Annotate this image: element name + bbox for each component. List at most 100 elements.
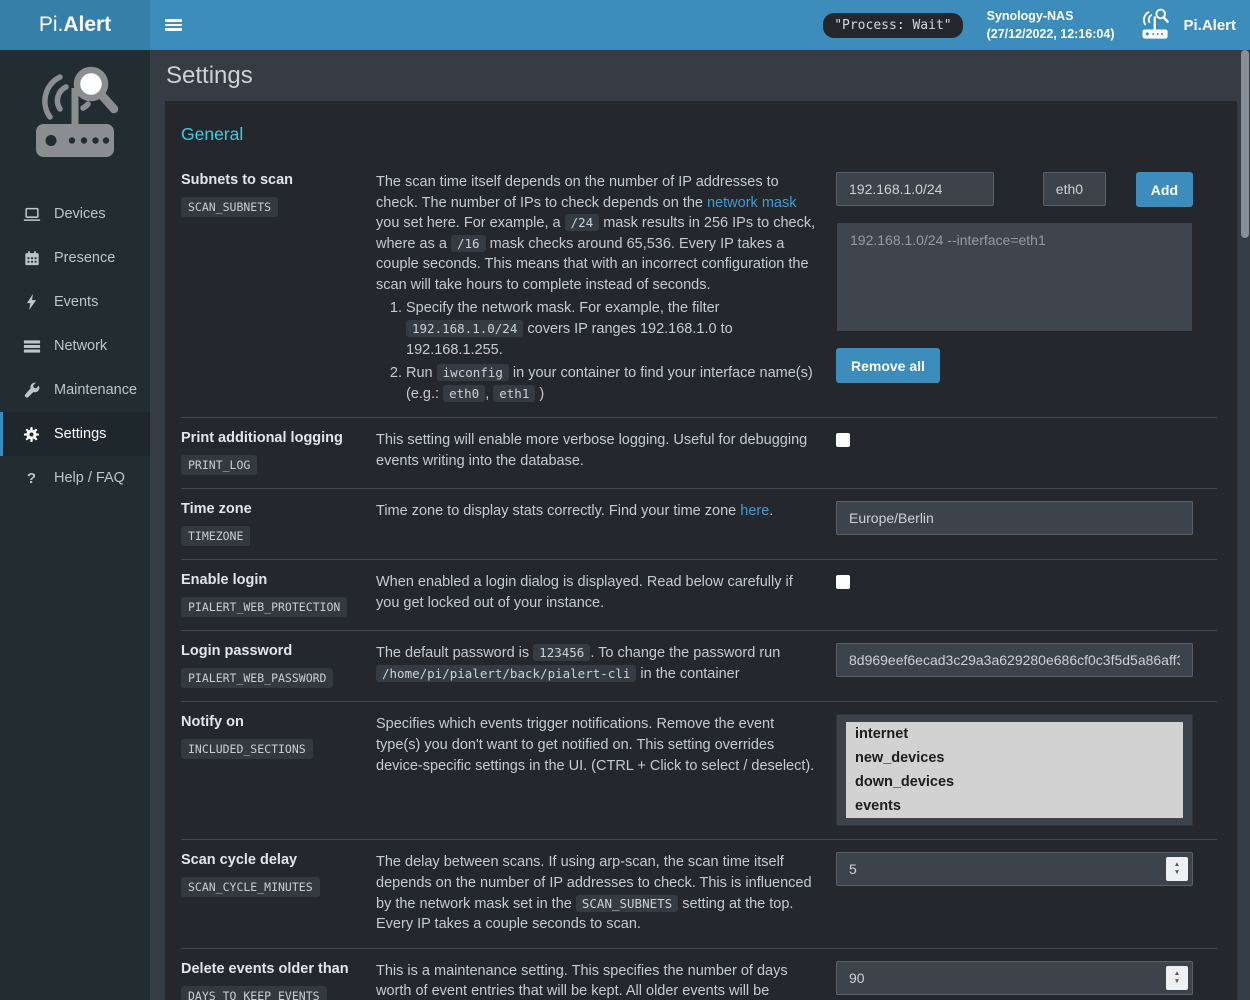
spinner-down-icon: ▼	[1174, 978, 1180, 986]
setting-code-badge: PIALERT_WEB_PROTECTION	[181, 597, 347, 617]
settings-row: Scan cycle delaySCAN_CYCLE_MINUTESThe de…	[181, 839, 1217, 947]
text-segment: Run	[406, 365, 437, 381]
setting-description: This is a maintenance setting. This spec…	[376, 961, 836, 1000]
setting-description: This setting will enable more verbose lo…	[376, 430, 836, 475]
interface-input[interactable]	[1043, 172, 1106, 206]
sidebar-item-help[interactable]: ? Help / FAQ	[0, 456, 150, 500]
nav-app-label: Pi.Alert	[1183, 17, 1236, 34]
device-timestamp: (27/12/2022, 12:16:04)	[987, 25, 1115, 43]
setting-code-badge: INCLUDED_SECTIONS	[181, 739, 313, 759]
inline-code: eth1	[493, 385, 535, 402]
sidebar-item-presence[interactable]: Presence	[0, 236, 150, 280]
multiselect-option[interactable]: events	[846, 794, 1183, 818]
checkbox[interactable]	[836, 433, 850, 447]
subnet-list[interactable]: 192.168.1.0/24 --interface=eth1	[836, 222, 1193, 332]
sidebar-item-label: Presence	[54, 250, 115, 266]
number-input[interactable]	[836, 852, 1193, 886]
scrollbar-thumb[interactable]	[1241, 50, 1249, 238]
setting-control	[836, 501, 1217, 546]
spinner-up-icon: ▲	[1174, 970, 1180, 978]
sidebar-item-settings[interactable]: Settings	[0, 412, 150, 456]
page-title: Settings	[150, 50, 1250, 101]
inline-link[interactable]: network mask	[707, 195, 796, 211]
sidebar-item-label: Network	[54, 338, 107, 354]
notify-multiselect[interactable]: internetnew_devicesdown_devicesevents	[836, 714, 1193, 826]
settings-row: Time zoneTIMEZONETime zone to display st…	[181, 488, 1217, 559]
number-spinner[interactable]: ▲▼	[1166, 966, 1188, 990]
multiselect-option[interactable]: new_devices	[846, 746, 1183, 770]
sidebar-item-label: Maintenance	[54, 382, 137, 398]
text-segment: Specifies which events trigger notificat…	[376, 716, 814, 773]
hamburger-icon	[165, 17, 182, 33]
inline-code: SCAN_SUBNETS	[576, 895, 678, 912]
setting-control: ▲▼	[836, 961, 1217, 1000]
setting-description: The scan time itself depends on the numb…	[376, 172, 836, 404]
inline-code: 123456	[533, 644, 590, 661]
wrench-icon	[22, 382, 41, 398]
sidebar-item-label: Devices	[54, 206, 106, 222]
setting-label: Login password	[181, 643, 376, 659]
nav-app-brand: Pi.Alert	[1138, 7, 1236, 44]
inline-link[interactable]: here	[740, 503, 769, 519]
setting-control	[836, 643, 1217, 688]
text-segment: When enabled a login dialog is displayed…	[376, 574, 793, 611]
question-icon: ?	[22, 470, 41, 487]
settings-row: Notify on INCLUDED_SECTIONS Specifies whic…	[181, 701, 1217, 839]
pialert-logo-icon	[0, 50, 150, 192]
sidebar-item-maintenance[interactable]: Maintenance	[0, 368, 150, 412]
process-status-badge[interactable]: "Process: Wait"	[823, 13, 962, 38]
setting-label: Delete events older than	[181, 961, 376, 977]
setting-control: ▲▼	[836, 852, 1217, 934]
multiselect-option[interactable]: down_devices	[846, 770, 1183, 794]
setting-label-column: Notify on INCLUDED_SECTIONS	[181, 714, 376, 826]
multiselect-options: internetnew_devicesdown_devicesevents	[846, 722, 1183, 818]
sidebar-item-events[interactable]: Events	[0, 280, 150, 324]
spinner-down-icon: ▼	[1174, 869, 1180, 877]
brand-prefix: Pi.	[39, 13, 64, 37]
number-spinner[interactable]: ▲▼	[1166, 857, 1188, 881]
text-input[interactable]	[836, 643, 1193, 677]
subnet-list-item[interactable]: 192.168.1.0/24 --interface=eth1	[850, 232, 1179, 248]
sidebar-item-devices[interactable]: Devices	[0, 192, 150, 236]
settings-panels: GeneralSubnets to scanSCAN_SUBNETSThe sc…	[150, 101, 1250, 1000]
brand-logo[interactable]: Pi.Alert	[0, 0, 150, 50]
inline-code: /24	[565, 214, 600, 231]
add-subnet-button[interactable]: Add	[1136, 172, 1193, 207]
remove-all-button[interactable]: Remove all	[836, 348, 940, 383]
text-input[interactable]	[836, 501, 1193, 535]
brand-bold: Alert	[63, 13, 111, 37]
network-bars-icon	[22, 339, 41, 354]
sidebar-item-label: Help / FAQ	[54, 470, 125, 486]
scrollbar-track[interactable]	[1240, 50, 1250, 1000]
setting-label: Enable login	[181, 572, 376, 588]
sidebar-toggle-button[interactable]	[150, 0, 196, 50]
setting-code-badge: SCAN_SUBNETS	[181, 197, 278, 217]
text-segment: The default password is	[376, 645, 533, 661]
checkbox[interactable]	[836, 575, 850, 589]
app-root: Pi.Alert "Process: Wait" Synology-NAS (2…	[0, 0, 1250, 1000]
settings-row: Login password PIALERT_WEB_PASSWORD The de…	[181, 630, 1217, 701]
setting-description: The default password is 123456. To chang…	[376, 643, 836, 688]
setting-label-column: Scan cycle delaySCAN_CYCLE_MINUTES	[181, 852, 376, 934]
setting-instruction-item: Run iwconfig in your container to find y…	[406, 363, 820, 404]
subnet-input[interactable]	[836, 172, 994, 206]
setting-label: Scan cycle delay	[181, 852, 376, 868]
number-input[interactable]	[836, 961, 1193, 995]
navbar-right: "Process: Wait" Synology-NAS (27/12/2022…	[823, 0, 1250, 50]
setting-instruction-item: Specify the network mask. For example, t…	[406, 298, 820, 360]
setting-label-column: Time zoneTIMEZONE	[181, 501, 376, 546]
inline-code: eth0	[443, 385, 485, 402]
setting-instructions-list: Specify the network mask. For example, t…	[376, 298, 820, 404]
text-segment: . To change the password run	[590, 645, 780, 661]
setting-label-column: Enable login PIALERT_WEB_PROTECTION	[181, 572, 376, 617]
number-input-wrap: ▲▼	[836, 961, 1193, 995]
sidebar-item-network[interactable]: Network	[0, 324, 150, 368]
sidebar: Devices Presence Events Network	[0, 50, 150, 1000]
subnet-input-row: Add	[836, 172, 1193, 207]
multiselect-option[interactable]: internet	[846, 722, 1183, 746]
setting-label-column: Print additional loggingPRINT_LOG	[181, 430, 376, 475]
text-segment: This setting will enable more verbose lo…	[376, 432, 807, 469]
setting-code-badge: PIALERT_WEB_PASSWORD	[181, 668, 333, 688]
device-info: Synology-NAS (27/12/2022, 12:16:04)	[987, 7, 1115, 43]
setting-label: Notify on	[181, 714, 376, 730]
